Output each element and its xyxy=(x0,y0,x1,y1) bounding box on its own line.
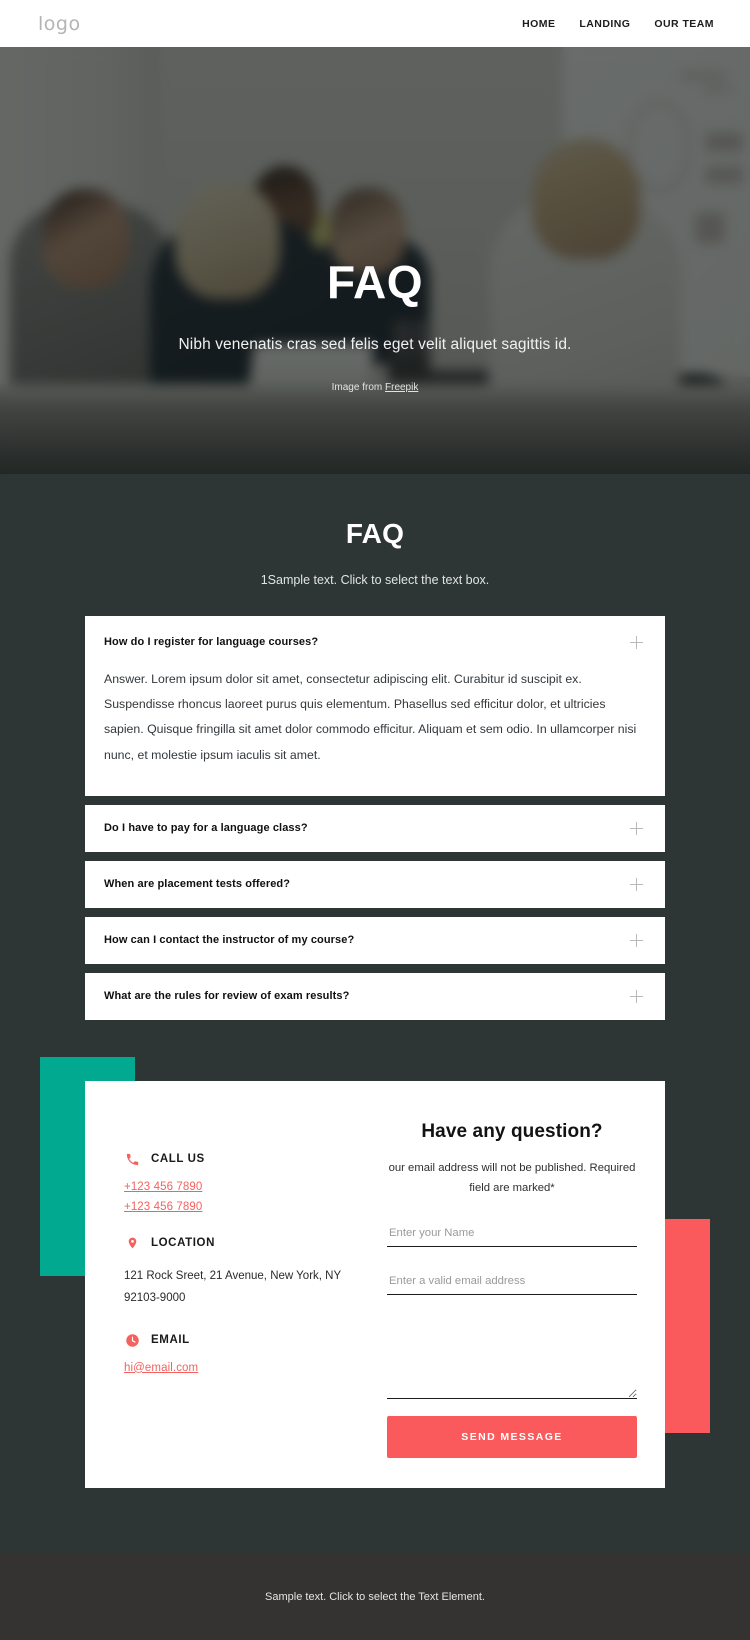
contact-form-column: Have any question? our email address wil… xyxy=(375,1113,665,1458)
faq-question: How can I contact the instructor of my c… xyxy=(104,934,355,947)
contact-address: 121 Rock Sreet, 21 Avenue, New York, NY … xyxy=(124,1269,341,1305)
message-textarea[interactable] xyxy=(387,1317,637,1399)
contact-location-header: LOCATION xyxy=(124,1235,355,1252)
nav-links: HOME LANDING OUR TEAM xyxy=(522,18,714,30)
nav-link-our-team[interactable]: OUR TEAM xyxy=(654,18,714,30)
hero-content: FAQ Nibh venenatis cras sed felis eget v… xyxy=(0,47,750,474)
send-message-button[interactable]: SEND MESSAGE xyxy=(387,1416,637,1458)
clock-icon xyxy=(124,1332,140,1349)
faq-item-header[interactable]: When are placement tests offered? xyxy=(85,861,665,908)
faq-item-header[interactable]: Do I have to pay for a language class? xyxy=(85,805,665,852)
form-note: our email address will not be published.… xyxy=(388,1161,636,1194)
faq-heading: FAQ xyxy=(345,518,405,549)
footer-text: Sample text. Click to select the Text El… xyxy=(265,1591,485,1603)
plus-icon[interactable] xyxy=(630,635,643,649)
contact-section: CALL US +123 456 7890 +123 456 7890 LOCA… xyxy=(0,1028,750,1554)
page-root: logo HOME LANDING OUR TEAM FAQ Nibh vene… xyxy=(0,0,750,1640)
faq-item: What are the rules for review of exam re… xyxy=(85,972,665,1020)
contact-email-block: EMAIL hi@email.com xyxy=(124,1332,355,1374)
contact-location-block: LOCATION 121 Rock Sreet, 21 Avenue, New … xyxy=(124,1235,355,1310)
hero-title: FAQ xyxy=(326,256,424,308)
hero-subtitle: Nibh venenatis cras sed felis eget velit… xyxy=(178,336,572,353)
site-logo[interactable]: logo xyxy=(38,13,81,35)
plus-icon[interactable] xyxy=(630,989,643,1003)
form-title: Have any question? xyxy=(421,1120,603,1142)
nav-link-home[interactable]: HOME xyxy=(522,18,555,30)
map-pin-icon xyxy=(124,1235,140,1252)
navbar: logo HOME LANDING OUR TEAM xyxy=(0,0,750,47)
faq-accordion: How do I register for language courses? … xyxy=(85,616,665,1020)
contact-phone-2[interactable]: +123 456 7890 xyxy=(124,1201,355,1213)
hero-section: FAQ Nibh venenatis cras sed felis eget v… xyxy=(0,47,750,474)
faq-item: How do I register for language courses? … xyxy=(85,616,665,796)
faq-section: FAQ 1Sample text. Click to select the te… xyxy=(0,474,750,1020)
faq-item: Do I have to pay for a language class? xyxy=(85,804,665,852)
contact-card: CALL US +123 456 7890 +123 456 7890 LOCA… xyxy=(85,1080,665,1488)
faq-question: What are the rules for review of exam re… xyxy=(104,990,350,1003)
faq-item-header[interactable]: How do I register for language courses? xyxy=(85,616,665,661)
faq-item-header[interactable]: How can I contact the instructor of my c… xyxy=(85,917,665,964)
faq-item-header[interactable]: What are the rules for review of exam re… xyxy=(85,973,665,1020)
contact-call-header: CALL US xyxy=(124,1151,355,1168)
footer: Sample text. Click to select the Text El… xyxy=(0,1554,750,1640)
faq-question: When are placement tests offered? xyxy=(104,878,291,891)
contact-phone-1[interactable]: +123 456 7890 xyxy=(124,1181,355,1193)
faq-item: How can I contact the instructor of my c… xyxy=(85,916,665,964)
contact-info-column: CALL US +123 456 7890 +123 456 7890 LOCA… xyxy=(85,1113,375,1458)
image-credit: Image from Freepik xyxy=(332,382,419,393)
faq-answer: Answer. Lorem ipsum dolor sit amet, cons… xyxy=(104,672,637,762)
nav-link-landing[interactable]: LANDING xyxy=(579,18,630,30)
name-input[interactable] xyxy=(387,1221,637,1247)
phone-icon xyxy=(124,1151,140,1168)
contact-location-label: LOCATION xyxy=(151,1237,215,1250)
faq-question: Do I have to pay for a language class? xyxy=(104,822,308,835)
faq-question: How do I register for language courses? xyxy=(104,636,319,648)
faq-subheading: 1Sample text. Click to select the text b… xyxy=(260,573,490,587)
contact-email-address[interactable]: hi@email.com xyxy=(124,1362,355,1374)
image-credit-link[interactable]: Freepik xyxy=(385,382,418,393)
plus-icon[interactable] xyxy=(630,821,643,835)
faq-item: When are placement tests offered? xyxy=(85,860,665,908)
plus-icon[interactable] xyxy=(630,877,643,891)
contact-email-label: EMAIL xyxy=(151,1334,190,1347)
contact-call-block: CALL US +123 456 7890 +123 456 7890 xyxy=(124,1151,355,1213)
image-credit-prefix: Image from xyxy=(331,382,385,393)
plus-icon[interactable] xyxy=(630,933,643,947)
contact-call-label: CALL US xyxy=(151,1153,205,1166)
contact-email-header: EMAIL xyxy=(124,1332,355,1349)
email-input[interactable] xyxy=(387,1269,637,1295)
